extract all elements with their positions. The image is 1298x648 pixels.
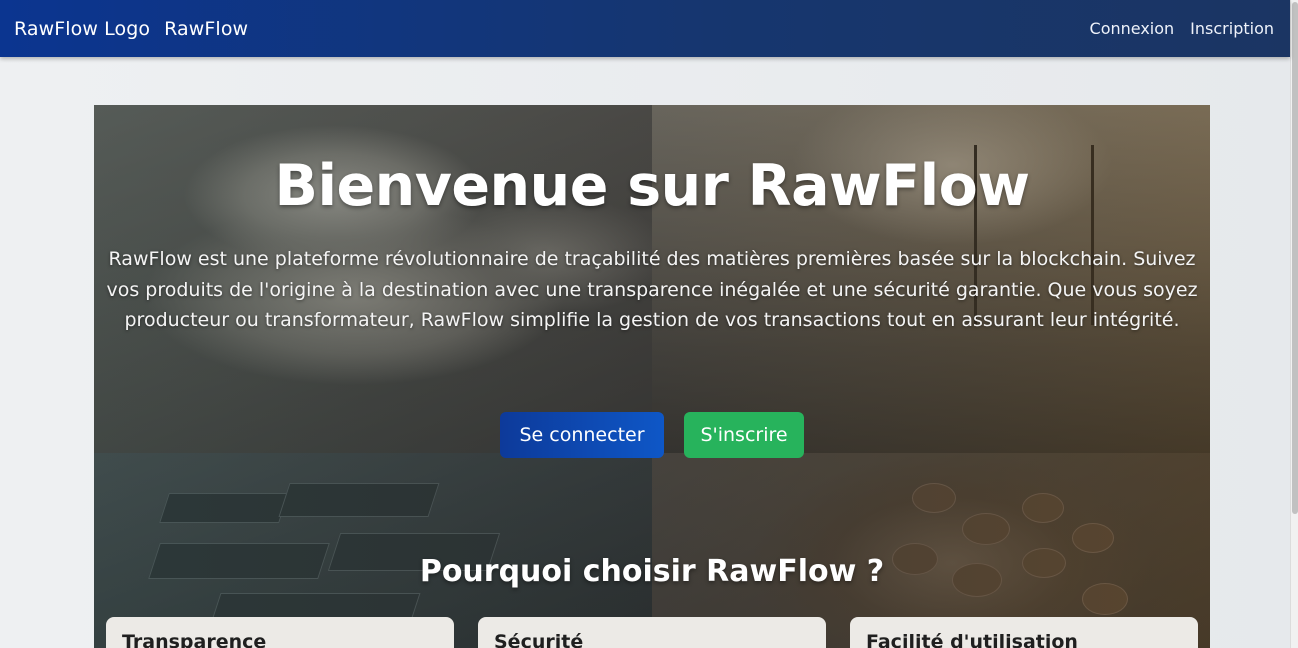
nav-link-inscription[interactable]: Inscription [1190, 19, 1274, 38]
brand-name[interactable]: RawFlow [164, 18, 248, 40]
features-title: Pourquoi choisir RawFlow ? [419, 554, 885, 589]
feature-card-securite: Sécurité [478, 617, 826, 648]
brand[interactable]: RawFlow Logo RawFlow [14, 18, 248, 40]
hero-content: Bienvenue sur RawFlow RawFlow est une pl… [94, 105, 1210, 648]
feature-card-facilite: Facilité d'utilisation [850, 617, 1198, 648]
nav-links: Connexion Inscription [1090, 19, 1274, 38]
scrollbar-thumb[interactable] [1292, 2, 1298, 514]
feature-card-title: Transparence [122, 631, 267, 648]
feature-card-title: Facilité d'utilisation [866, 631, 1078, 648]
nav-link-connexion[interactable]: Connexion [1090, 19, 1175, 38]
brand-logo[interactable]: RawFlow Logo [14, 18, 150, 40]
hero-description: RawFlow est une plateforme révolutionnai… [106, 248, 1198, 331]
hero-section: Bienvenue sur RawFlow RawFlow est une pl… [94, 105, 1210, 648]
login-button[interactable]: Se connecter [500, 412, 664, 458]
hero-title: Bienvenue sur RawFlow [274, 153, 1030, 219]
signup-button[interactable]: S'inscrire [684, 412, 804, 458]
feature-card-title: Sécurité [494, 631, 584, 648]
top-navbar: RawFlow Logo RawFlow Connexion Inscripti… [0, 0, 1290, 57]
feature-card-transparence: Transparence [106, 617, 454, 648]
page-scrollbar[interactable] [1290, 0, 1298, 648]
